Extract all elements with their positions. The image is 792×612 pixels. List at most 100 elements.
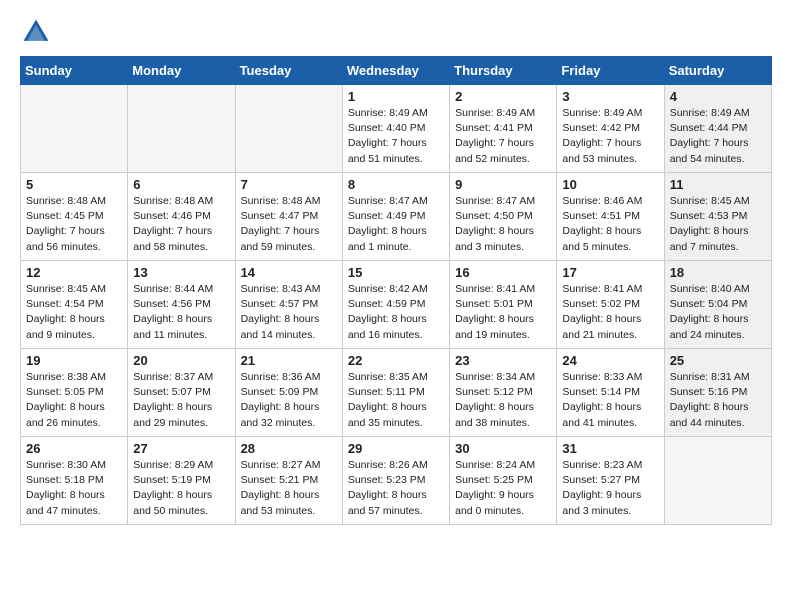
day-number: 28 — [241, 441, 337, 456]
day-info: Sunrise: 8:49 AM Sunset: 4:41 PM Dayligh… — [455, 106, 551, 167]
day-info: Sunrise: 8:48 AM Sunset: 4:46 PM Dayligh… — [133, 194, 229, 255]
day-info: Sunrise: 8:24 AM Sunset: 5:25 PM Dayligh… — [455, 458, 551, 519]
day-cell: 4Sunrise: 8:49 AM Sunset: 4:44 PM Daylig… — [664, 85, 771, 173]
day-number: 17 — [562, 265, 658, 280]
day-info: Sunrise: 8:34 AM Sunset: 5:12 PM Dayligh… — [455, 370, 551, 431]
day-number: 9 — [455, 177, 551, 192]
day-number: 21 — [241, 353, 337, 368]
week-row-3: 12 Sunrise: 8:45 AM Sunset: 4:54 PM Dayli… — [21, 261, 772, 349]
day-number: 30 — [455, 441, 551, 456]
day-info: Sunrise: 8:48 AM Sunset: 4:45 PM Dayligh… — [26, 194, 122, 255]
day-cell: 29Sunrise: 8:26 AM Sunset: 5:23 PM Dayli… — [342, 437, 449, 525]
day-number: 11 — [670, 177, 766, 192]
day-info: Sunrise: 8:48 AM Sunset: 4:47 PM Dayligh… — [241, 194, 337, 255]
day-info: Sunrise: 8:27 AM Sunset: 5:21 PM Dayligh… — [241, 458, 337, 519]
day-cell: 10 Sunrise: 8:46 AM Sunset: 4:51 PM Dayli… — [557, 173, 664, 261]
day-number: 12 — [26, 265, 122, 280]
day-info: Sunrise: 8:41 AM Sunset: 5:01 PM Dayligh… — [455, 282, 551, 343]
page-header — [20, 16, 772, 48]
day-cell: 30 Sunrise: 8:24 AM Sunset: 5:25 PM Dayli… — [450, 437, 557, 525]
day-number: 13 — [133, 265, 229, 280]
week-row-2: 5 Sunrise: 8:48 AM Sunset: 4:45 PM Daylig… — [21, 173, 772, 261]
day-number: 10 — [562, 177, 658, 192]
day-number: 7 — [241, 177, 337, 192]
day-cell: 1 Sunrise: 8:49 AM Sunset: 4:40 PM Daylig… — [342, 85, 449, 173]
day-header-monday: Monday — [128, 57, 235, 85]
day-info: Sunrise: 8:26 AM Sunset: 5:23 PM Dayligh… — [348, 458, 444, 519]
logo — [20, 16, 56, 48]
day-number: 8 — [348, 177, 444, 192]
day-number: 16 — [455, 265, 551, 280]
day-number: 14 — [241, 265, 337, 280]
day-cell: 20 Sunrise: 8:37 AM Sunset: 5:07 PM Dayli… — [128, 349, 235, 437]
day-cell: 25 Sunrise: 8:31 AM Sunset: 5:16 PM Dayli… — [664, 349, 771, 437]
day-cell: 2 Sunrise: 8:49 AM Sunset: 4:41 PM Daylig… — [450, 85, 557, 173]
day-info: Sunrise: 8:36 AM Sunset: 5:09 PM Dayligh… — [241, 370, 337, 431]
day-info: Sunrise: 8:42 AM Sunset: 4:59 PM Dayligh… — [348, 282, 444, 343]
day-header-wednesday: Wednesday — [342, 57, 449, 85]
day-cell: 7 Sunrise: 8:48 AM Sunset: 4:47 PM Daylig… — [235, 173, 342, 261]
day-info: Sunrise: 8:33 AM Sunset: 5:14 PM Dayligh… — [562, 370, 658, 431]
day-cell: 18 Sunrise: 8:40 AM Sunset: 5:04 PM Dayli… — [664, 261, 771, 349]
day-cell: 17 Sunrise: 8:41 AM Sunset: 5:02 PM Dayli… — [557, 261, 664, 349]
day-info: Sunrise: 8:47 AM Sunset: 4:49 PM Dayligh… — [348, 194, 444, 255]
day-header-thursday: Thursday — [450, 57, 557, 85]
day-info: Sunrise: 8:45 AM Sunset: 4:54 PM Dayligh… — [26, 282, 122, 343]
day-cell: 16 Sunrise: 8:41 AM Sunset: 5:01 PM Dayli… — [450, 261, 557, 349]
day-number: 25 — [670, 353, 766, 368]
day-info: Sunrise: 8:38 AM Sunset: 5:05 PM Dayligh… — [26, 370, 122, 431]
day-cell: 19 Sunrise: 8:38 AM Sunset: 5:05 PM Dayli… — [21, 349, 128, 437]
day-cell: 3 Sunrise: 8:49 AM Sunset: 4:42 PM Daylig… — [557, 85, 664, 173]
day-cell: 21 Sunrise: 8:36 AM Sunset: 5:09 PM Dayli… — [235, 349, 342, 437]
days-header-row: SundayMondayTuesdayWednesdayThursdayFrid… — [21, 57, 772, 85]
day-cell: 13Sunrise: 8:44 AM Sunset: 4:56 PM Dayli… — [128, 261, 235, 349]
day-header-friday: Friday — [557, 57, 664, 85]
day-number: 18 — [670, 265, 766, 280]
day-number: 1 — [348, 89, 444, 104]
day-number: 6 — [133, 177, 229, 192]
day-number: 2 — [455, 89, 551, 104]
day-cell: 31 Sunrise: 8:23 AM Sunset: 5:27 PM Dayli… — [557, 437, 664, 525]
day-cell: 22Sunrise: 8:35 AM Sunset: 5:11 PM Dayli… — [342, 349, 449, 437]
day-info: Sunrise: 8:46 AM Sunset: 4:51 PM Dayligh… — [562, 194, 658, 255]
day-cell: 5 Sunrise: 8:48 AM Sunset: 4:45 PM Daylig… — [21, 173, 128, 261]
day-number: 23 — [455, 353, 551, 368]
day-header-saturday: Saturday — [664, 57, 771, 85]
day-number: 26 — [26, 441, 122, 456]
day-cell: 28 Sunrise: 8:27 AM Sunset: 5:21 PM Dayli… — [235, 437, 342, 525]
day-number: 31 — [562, 441, 658, 456]
day-cell: 24 Sunrise: 8:33 AM Sunset: 5:14 PM Dayli… — [557, 349, 664, 437]
day-info: Sunrise: 8:41 AM Sunset: 5:02 PM Dayligh… — [562, 282, 658, 343]
day-number: 3 — [562, 89, 658, 104]
day-cell: 9Sunrise: 8:47 AM Sunset: 4:50 PM Daylig… — [450, 173, 557, 261]
day-cell — [664, 437, 771, 525]
day-info: Sunrise: 8:49 AM Sunset: 4:42 PM Dayligh… — [562, 106, 658, 167]
day-cell — [128, 85, 235, 173]
day-number: 27 — [133, 441, 229, 456]
day-info: Sunrise: 8:35 AM Sunset: 5:11 PM Dayligh… — [348, 370, 444, 431]
day-number: 20 — [133, 353, 229, 368]
day-info: Sunrise: 8:49 AM Sunset: 4:44 PM Dayligh… — [670, 106, 766, 167]
day-number: 24 — [562, 353, 658, 368]
day-number: 15 — [348, 265, 444, 280]
logo-icon — [20, 16, 52, 48]
day-info: Sunrise: 8:29 AM Sunset: 5:19 PM Dayligh… — [133, 458, 229, 519]
day-info: Sunrise: 8:30 AM Sunset: 5:18 PM Dayligh… — [26, 458, 122, 519]
day-info: Sunrise: 8:31 AM Sunset: 5:16 PM Dayligh… — [670, 370, 766, 431]
day-info: Sunrise: 8:45 AM Sunset: 4:53 PM Dayligh… — [670, 194, 766, 255]
day-cell: 23 Sunrise: 8:34 AM Sunset: 5:12 PM Dayli… — [450, 349, 557, 437]
day-cell: 12 Sunrise: 8:45 AM Sunset: 4:54 PM Dayli… — [21, 261, 128, 349]
day-info: Sunrise: 8:23 AM Sunset: 5:27 PM Dayligh… — [562, 458, 658, 519]
week-row-4: 19 Sunrise: 8:38 AM Sunset: 5:05 PM Dayli… — [21, 349, 772, 437]
day-cell: 8 Sunrise: 8:47 AM Sunset: 4:49 PM Daylig… — [342, 173, 449, 261]
day-header-tuesday: Tuesday — [235, 57, 342, 85]
day-info: Sunrise: 8:40 AM Sunset: 5:04 PM Dayligh… — [670, 282, 766, 343]
day-number: 19 — [26, 353, 122, 368]
day-cell — [21, 85, 128, 173]
day-number: 5 — [26, 177, 122, 192]
day-info: Sunrise: 8:37 AM Sunset: 5:07 PM Dayligh… — [133, 370, 229, 431]
day-cell: 11 Sunrise: 8:45 AM Sunset: 4:53 PM Dayli… — [664, 173, 771, 261]
day-info: Sunrise: 8:49 AM Sunset: 4:40 PM Dayligh… — [348, 106, 444, 167]
day-cell — [235, 85, 342, 173]
day-header-sunday: Sunday — [21, 57, 128, 85]
